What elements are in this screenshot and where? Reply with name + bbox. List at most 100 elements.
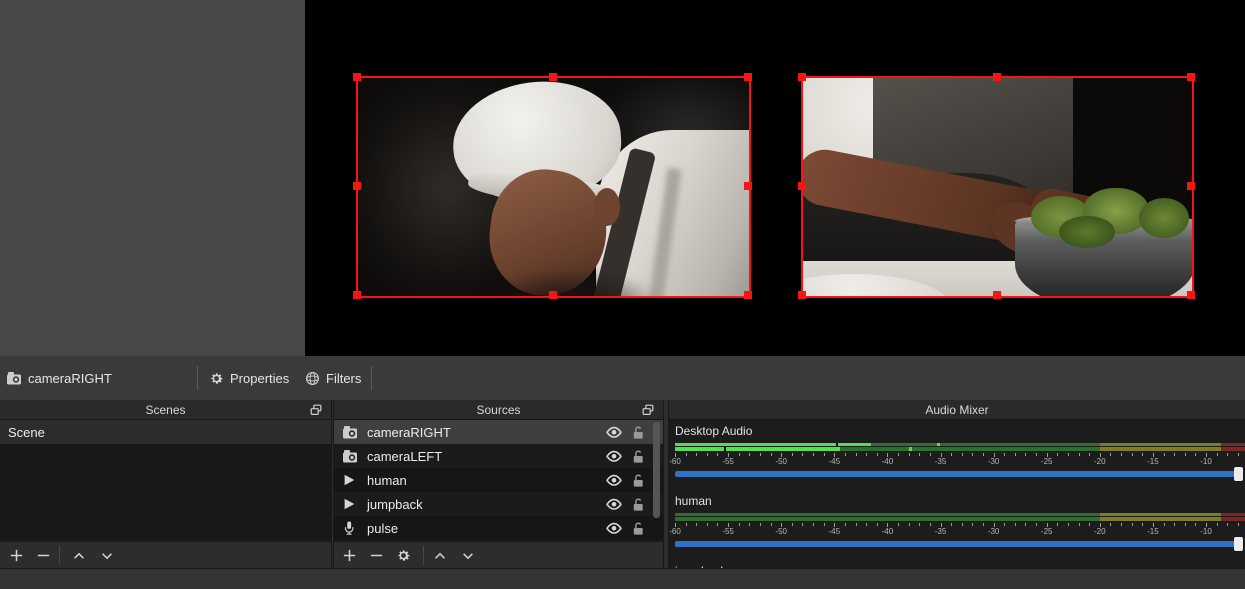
scenes-panel: Scenes Scene xyxy=(0,400,331,568)
unlock-icon[interactable] xyxy=(631,449,645,464)
volume-slider-handle[interactable] xyxy=(1234,467,1243,481)
sources-scrollbar[interactable] xyxy=(653,422,660,518)
remove-button[interactable] xyxy=(368,547,385,564)
resize-handle[interactable] xyxy=(1187,182,1195,190)
resize-handle[interactable] xyxy=(1187,73,1195,81)
scenes-toolbar xyxy=(0,541,331,568)
resize-handle[interactable] xyxy=(798,73,806,81)
source-list-item[interactable]: pulse xyxy=(334,516,663,540)
dock-panels: Scenes Scene Sources cameraRIGHT cameraLE… xyxy=(0,400,1245,568)
source-list-item[interactable]: cameraLEFT xyxy=(334,444,663,468)
meter-scale-label: -20 xyxy=(1094,457,1106,466)
selection-box-left[interactable] xyxy=(356,76,751,298)
scenes-panel-header: Scenes xyxy=(0,400,331,420)
visibility-eye-icon[interactable] xyxy=(606,450,622,463)
add-button[interactable] xyxy=(8,547,25,564)
toolbar-separator xyxy=(371,366,372,390)
context-source: cameraRIGHT xyxy=(6,368,112,388)
source-list-item[interactable]: human xyxy=(334,468,663,492)
move-up-button[interactable] xyxy=(431,547,448,564)
add-button[interactable] xyxy=(341,547,358,564)
window-background-area xyxy=(0,0,305,356)
move-up-button[interactable] xyxy=(70,547,87,564)
resize-handle[interactable] xyxy=(353,291,361,299)
filters-button[interactable]: Filters xyxy=(305,368,361,388)
resize-handle[interactable] xyxy=(993,291,1001,299)
source-label: jumpback xyxy=(367,497,423,512)
meter-scale-label: -55 xyxy=(722,527,734,536)
mixer-channel: Desktop Audio-60-55-50-45-40-35-30-25-20… xyxy=(669,424,1245,488)
resize-handle[interactable] xyxy=(744,182,752,190)
visibility-eye-icon[interactable] xyxy=(606,474,622,487)
resize-handle[interactable] xyxy=(798,291,806,299)
media-icon xyxy=(342,472,358,488)
popout-icon[interactable] xyxy=(309,403,323,417)
context-source-label: cameraRIGHT xyxy=(28,371,112,386)
source-list-item[interactable]: cameraRIGHT xyxy=(334,420,663,444)
meter-scale-label: -45 xyxy=(829,527,841,536)
status-bar-area xyxy=(0,568,1245,589)
filters-label: Filters xyxy=(326,371,361,386)
sources-title: Sources xyxy=(476,403,520,417)
mixer-channel-name: Desktop Audio xyxy=(675,424,752,438)
resize-handle[interactable] xyxy=(549,291,557,299)
meter-scale-label: -40 xyxy=(882,457,894,466)
sources-list: cameraRIGHT cameraLEFT human jumpback pulse xyxy=(334,420,663,540)
sources-panel-header: Sources xyxy=(334,400,663,420)
volume-slider[interactable] xyxy=(675,537,1239,551)
meter-scale-label: -15 xyxy=(1147,527,1159,536)
scene-list-item[interactable]: Scene xyxy=(0,420,331,444)
source-list-item[interactable]: jumpback xyxy=(334,492,663,516)
remove-button[interactable] xyxy=(35,547,52,564)
source-label: cameraRIGHT xyxy=(367,425,451,440)
resize-handle[interactable] xyxy=(744,73,752,81)
resize-handle[interactable] xyxy=(993,73,1001,81)
visibility-eye-icon[interactable] xyxy=(606,498,622,511)
scene-label: Scene xyxy=(8,425,45,440)
mixer-channel-name: human xyxy=(675,494,712,508)
properties-button[interactable]: Properties xyxy=(209,368,289,388)
meter-scale-label: -60 xyxy=(669,457,681,466)
resize-handle[interactable] xyxy=(1187,291,1195,299)
resize-handle[interactable] xyxy=(353,73,361,81)
scenes-title: Scenes xyxy=(145,403,185,417)
visibility-eye-icon[interactable] xyxy=(606,522,622,535)
source-label: cameraLEFT xyxy=(367,449,442,464)
unlock-icon[interactable] xyxy=(631,473,645,488)
camera-icon xyxy=(342,424,358,440)
resize-handle[interactable] xyxy=(549,73,557,81)
meter-scale-label: -50 xyxy=(775,457,787,466)
gear-icon xyxy=(209,371,224,386)
sources-panel: Sources cameraRIGHT cameraLEFT human jumpba… xyxy=(334,400,663,568)
meter-scale-label: -35 xyxy=(935,457,947,466)
gear-button[interactable] xyxy=(395,547,412,564)
move-down-button[interactable] xyxy=(459,547,476,564)
volume-meter xyxy=(675,513,1245,522)
meter-scale: -60-55-50-45-40-35-30-25-20-15-10 xyxy=(675,453,1245,465)
properties-label: Properties xyxy=(230,371,289,386)
volume-slider[interactable] xyxy=(675,467,1239,481)
meter-scale-label: -35 xyxy=(935,527,947,536)
mixer-panel-header: Audio Mixer xyxy=(669,400,1245,420)
resize-handle[interactable] xyxy=(744,291,752,299)
meter-scale-label: -25 xyxy=(1041,527,1053,536)
selection-box-right[interactable] xyxy=(801,76,1194,298)
meter-scale-label: -40 xyxy=(882,527,894,536)
move-down-button[interactable] xyxy=(98,547,115,564)
meter-scale-label: -10 xyxy=(1200,527,1212,536)
volume-slider-handle[interactable] xyxy=(1234,537,1243,551)
popout-icon[interactable] xyxy=(641,403,655,417)
mixer-title: Audio Mixer xyxy=(925,403,988,417)
source-label: human xyxy=(367,473,407,488)
unlock-icon[interactable] xyxy=(631,497,645,512)
unlock-icon[interactable] xyxy=(631,521,645,536)
meter-scale-label: -15 xyxy=(1147,457,1159,466)
meter-scale-label: -20 xyxy=(1094,527,1106,536)
visibility-eye-icon[interactable] xyxy=(606,426,622,439)
unlock-icon[interactable] xyxy=(631,425,645,440)
filters-icon xyxy=(305,371,320,386)
resize-handle[interactable] xyxy=(798,182,806,190)
camera-icon xyxy=(6,371,22,386)
resize-handle[interactable] xyxy=(353,182,361,190)
sources-toolbar xyxy=(334,541,663,568)
